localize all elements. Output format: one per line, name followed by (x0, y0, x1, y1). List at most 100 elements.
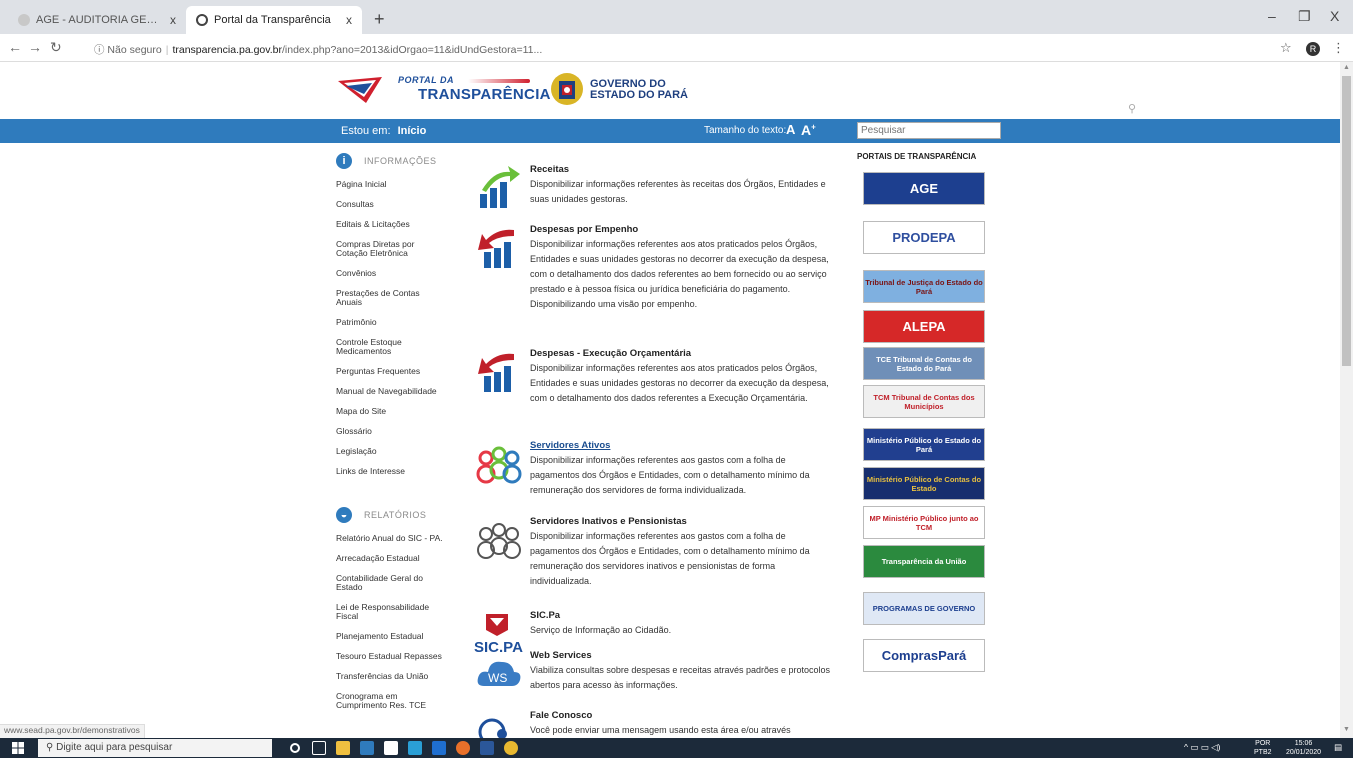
portal-banner-label: PROGRAMAS DE GOVERNO (872, 604, 976, 613)
portal-banner-label: Transparência da União (881, 557, 967, 566)
menu-item[interactable]: Glossário (336, 427, 446, 436)
url-field[interactable]: ⓘ Não seguro | transparencia.pa.gov.br/ind… (94, 42, 542, 57)
breadcrumb-inicio-link[interactable]: Início (398, 125, 427, 137)
tab-close-icon[interactable]: x (170, 13, 176, 27)
entry-title[interactable]: Receitas (530, 164, 569, 175)
edge-icon[interactable] (432, 741, 446, 755)
search-input[interactable] (857, 122, 1001, 139)
portal-logo-bar (468, 79, 530, 83)
clock[interactable]: 15:06 20/01/2020 (1286, 739, 1321, 757)
menu-item[interactable]: Perguntas Frequentes (336, 367, 446, 376)
task-view-icon[interactable] (312, 741, 326, 755)
notifications-icon[interactable]: ▤ (1334, 742, 1342, 753)
menu-item[interactable]: Legislação (336, 447, 446, 456)
portal-logo-small-text: PORTAL DA (398, 75, 455, 85)
portal-banner[interactable]: AGE (863, 172, 985, 205)
tab-close-icon[interactable]: x (346, 13, 352, 27)
portal-banner[interactable]: Ministério Público de Contas do Estado (863, 467, 985, 500)
portal-banner-label: ComprasPará (881, 648, 967, 663)
store-icon[interactable] (360, 741, 374, 755)
menu-item[interactable]: Relatório Anual do SIC - PA. (336, 534, 446, 543)
page-scrollbar[interactable]: ▲ ▼ (1340, 62, 1353, 738)
menu-item[interactable]: Mapa do Site (336, 407, 446, 416)
text-increase-label: A (801, 122, 812, 138)
portal-banner[interactable]: PRODEPA (863, 221, 985, 254)
portal-transparencia-logo[interactable]: PORTAL DA TRANSPARÊNCIA (336, 73, 550, 109)
portal-banner[interactable]: Tribunal de Justiça do Estado do Pará (863, 270, 985, 303)
portal-banner[interactable]: MP Ministério Público junto ao TCM (863, 506, 985, 539)
menu-item[interactable]: Arrecadação Estadual (336, 554, 446, 563)
back-arrow-icon[interactable]: ← (8, 39, 22, 55)
scroll-up-icon[interactable]: ▲ (1343, 64, 1350, 71)
entry-title[interactable]: Fale Conosco (530, 710, 592, 721)
language-indicator[interactable]: POR PTB2 (1254, 739, 1272, 757)
browser-menu-icon[interactable]: ⋮ (1332, 40, 1345, 56)
new-tab-button[interactable]: + (374, 9, 385, 30)
cortana-icon[interactable] (290, 743, 300, 753)
portal-banner-label: Ministério Público do Estado do Pará (866, 435, 982, 454)
menu-item[interactable]: Compras Diretas por Cotação Eletrônica (336, 240, 446, 258)
scrollbar-thumb[interactable] (1342, 76, 1351, 366)
entry-title[interactable]: Despesas - Execução Orçamentária (530, 348, 691, 359)
text-decrease-button[interactable]: A (786, 122, 795, 137)
menu-item[interactable]: Links de Interesse (336, 467, 446, 476)
reload-icon[interactable]: ↻ (50, 39, 62, 56)
tab-age[interactable]: AGE - AUDITORIA GERAL DO ES x (8, 6, 186, 34)
tray-icons[interactable]: ^ ▭ ▭ ◁) (1184, 742, 1221, 753)
entry-description: Disponibilizar informações referentes às… (530, 179, 826, 204)
menu-item[interactable]: Convênios (336, 269, 446, 278)
close-window-button[interactable]: X (1330, 8, 1339, 24)
portal-banner[interactable]: PROGRAMAS DE GOVERNO (863, 592, 985, 625)
menu-item[interactable]: Patrimônio (336, 318, 446, 327)
menu-item[interactable]: Editais & Licitações (336, 220, 446, 229)
menu-item[interactable]: Prestações de Contas Anuais (336, 289, 446, 307)
taskbar-search[interactable]: ⚲ Digite aqui para pesquisar (38, 739, 272, 757)
portal-logo-mark-icon (338, 77, 382, 103)
clock-time: 15:06 (1294, 740, 1313, 747)
portal-banner[interactable]: Ministério Público do Estado do Pará (863, 428, 985, 461)
menu-item[interactable]: Contabilidade Geral do Estado (336, 574, 446, 592)
windows-start-icon[interactable] (12, 742, 24, 754)
menu-item[interactable]: Manual de Navegabilidade (336, 387, 446, 396)
tab-portal-transparencia[interactable]: Portal da Transparência x (186, 6, 362, 34)
chrome-icon[interactable] (504, 741, 518, 755)
menu-item[interactable]: Controle Estoque Medicamentos (336, 338, 446, 356)
maximize-button[interactable]: ❐ (1298, 8, 1311, 25)
menu-item[interactable]: Página Inicial (336, 180, 446, 189)
forward-arrow-icon[interactable]: → (28, 39, 42, 55)
report-icon: ◒ (336, 507, 352, 523)
scroll-down-icon[interactable]: ▼ (1343, 726, 1350, 733)
portal-banner-label: TCE Tribunal de Contas do Estado do Pará (876, 354, 972, 373)
minimize-button[interactable]: – (1268, 8, 1276, 24)
entry-title[interactable]: Servidores Inativos e Pensionistas (530, 516, 687, 527)
menu-item[interactable]: Planejamento Estadual (336, 632, 446, 641)
menu-item[interactable]: Tesouro Estadual Repasses (336, 652, 446, 661)
portal-banner[interactable]: ALEPA (863, 310, 985, 343)
entry-title[interactable]: Web Services (530, 650, 592, 661)
profile-avatar[interactable]: R (1306, 42, 1320, 56)
favicon-icon (18, 14, 30, 26)
app-l-icon[interactable] (408, 741, 422, 755)
entry-title[interactable]: Despesas por Empenho (530, 224, 638, 235)
menu-item[interactable]: Lei de Responsabilidade Fiscal (336, 603, 446, 621)
entry-title[interactable]: SIC.Pa (530, 610, 560, 621)
menu-item[interactable]: Cronograma em Cumprimento Res. TCE (336, 692, 446, 710)
menu-item[interactable]: Consultas (336, 200, 446, 209)
bookmark-star-icon[interactable]: ☆ (1280, 40, 1292, 56)
file-explorer-icon[interactable] (336, 741, 350, 755)
portal-banner[interactable]: TCM Tribunal de Contas dos Municípios (863, 385, 985, 418)
mail-icon[interactable] (384, 741, 398, 755)
portal-banner[interactable]: TCE Tribunal de Contas do Estado do Pará (863, 347, 985, 380)
portal-banner[interactable]: Transparência da União (863, 545, 985, 578)
text-increase-button[interactable]: A+ (801, 122, 816, 138)
word-icon[interactable] (480, 741, 494, 755)
entry-title[interactable]: Servidores Ativos (530, 440, 610, 451)
firefox-icon[interactable] (456, 741, 470, 755)
menu-item[interactable]: Transferências da União (336, 672, 446, 681)
section-title: INFORMAÇÕES (364, 156, 437, 166)
search-icon[interactable]: ⚲ (1128, 102, 1136, 115)
search-icon: ⚲ (46, 742, 57, 753)
entry-description: Disponibilizar informações referentes ao… (530, 531, 810, 586)
portal-banner[interactable]: ComprasPará (863, 639, 985, 672)
breadcrumb-label: Estou em: (341, 125, 391, 137)
